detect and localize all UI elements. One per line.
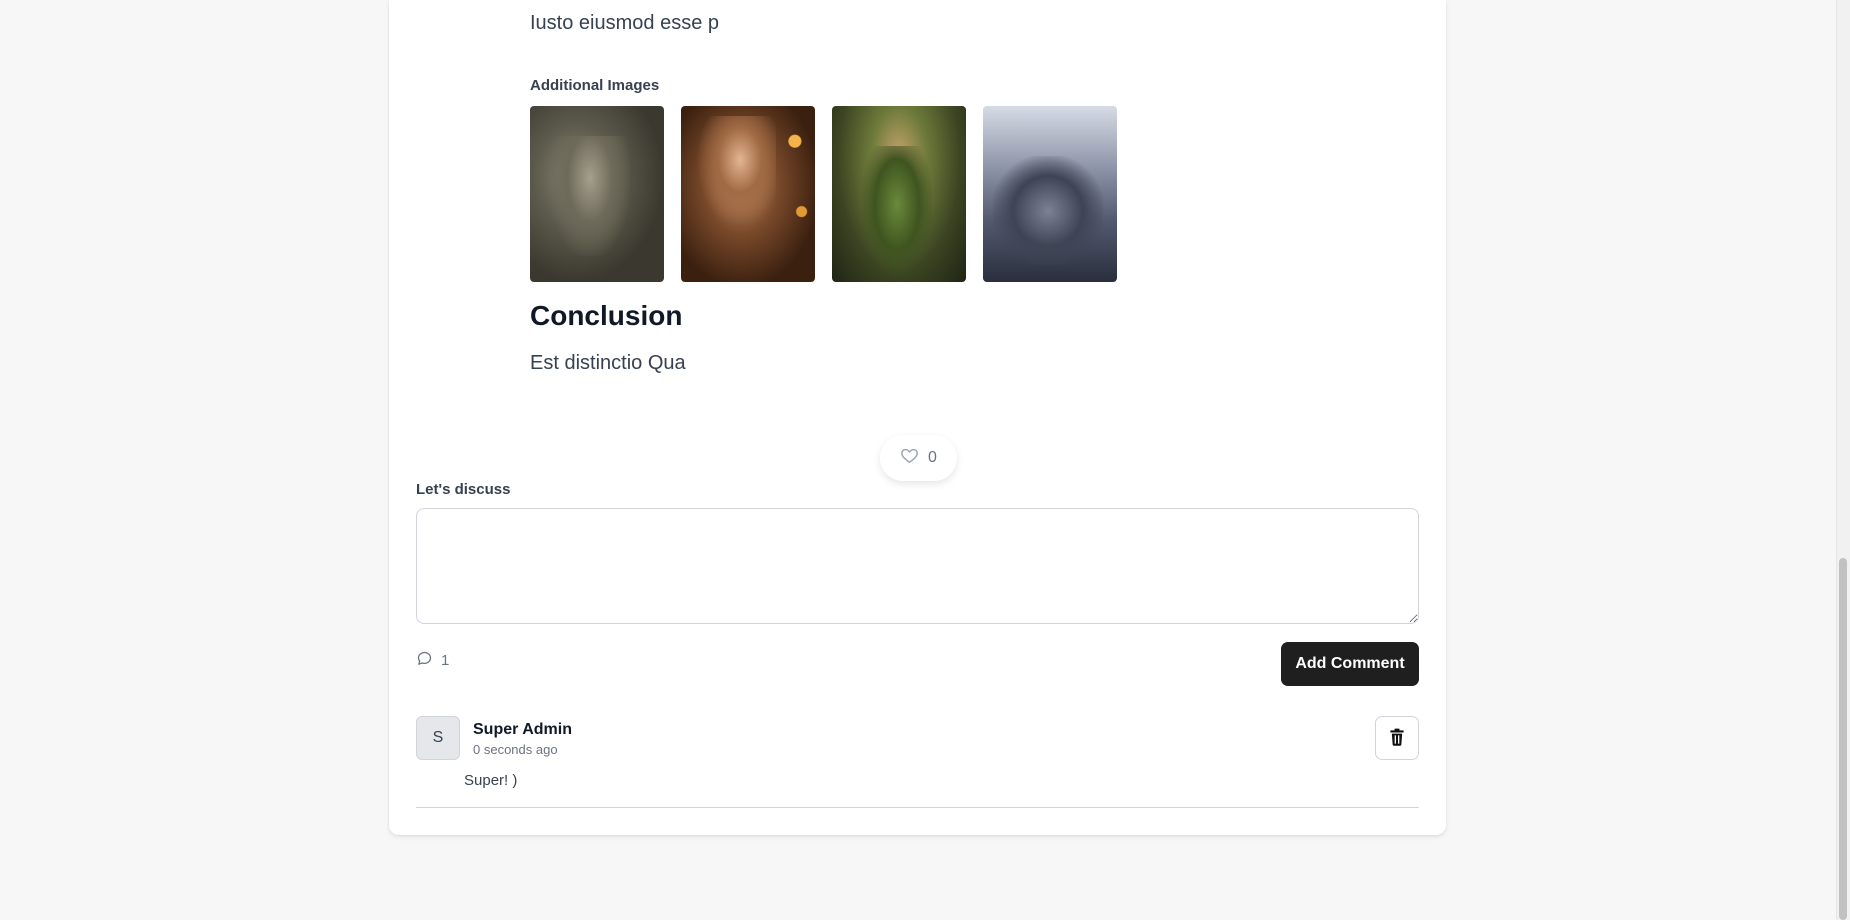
comment-count: 1	[416, 650, 449, 671]
comment-count-value: 1	[441, 652, 450, 669]
page: Iusto eiusmod esse p Additional Images C…	[0, 0, 1850, 920]
gallery-image[interactable]	[530, 106, 664, 282]
conclusion-heading: Conclusion	[530, 300, 683, 331]
comment-timestamp: 0 seconds ago	[473, 742, 558, 757]
post-card: Iusto eiusmod esse p Additional Images C…	[389, 0, 1446, 835]
delete-comment-button[interactable]	[1375, 716, 1419, 760]
comment-textarea[interactable]	[416, 508, 1419, 624]
gallery-image[interactable]	[832, 106, 966, 282]
conclusion-paragraph: Est distinctio Qua	[530, 352, 686, 374]
article-paragraph: Iusto eiusmod esse p	[530, 12, 719, 34]
additional-images-label: Additional Images	[530, 77, 660, 94]
gallery-image[interactable]	[983, 106, 1117, 282]
like-count: 0	[928, 449, 937, 466]
gallery-image[interactable]	[681, 106, 815, 282]
scrollbar[interactable]	[1836, 0, 1850, 920]
heart-icon	[900, 446, 919, 470]
comment-divider	[416, 807, 1419, 808]
like-button[interactable]: 0	[880, 435, 957, 481]
avatar: S	[416, 716, 460, 760]
trash-icon	[1387, 727, 1407, 750]
scrollbar-thumb[interactable]	[1839, 558, 1847, 920]
comment-author: Super Admin	[473, 721, 572, 738]
comment-bubble-icon	[416, 650, 433, 671]
discussion-label: Let's discuss	[416, 481, 511, 498]
image-gallery	[530, 106, 1117, 282]
add-comment-button[interactable]: Add Comment	[1281, 642, 1419, 686]
comment-body: Super! )	[464, 772, 518, 789]
